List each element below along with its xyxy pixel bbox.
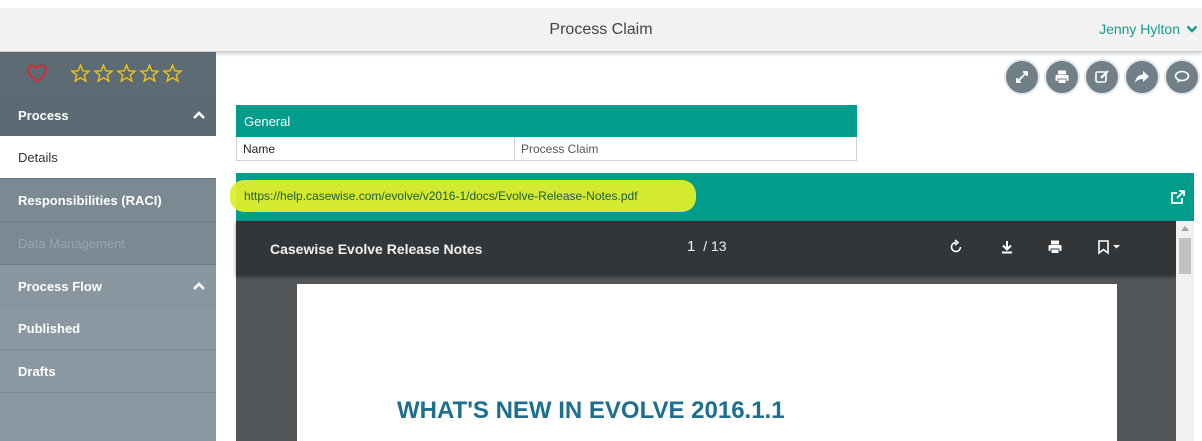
- print-icon: [1055, 70, 1069, 84]
- sidebar-item-label: Responsibilities (RACI): [18, 192, 162, 208]
- edit-icon: [1095, 70, 1109, 83]
- section-label: Process Flow: [18, 278, 102, 294]
- page-title: Process Claim: [549, 21, 653, 38]
- sidebar-item-data-management: Data Management: [0, 222, 216, 265]
- bookmark-menu-icon[interactable]: [1097, 239, 1123, 255]
- top-header: Process Claim Jenny Hylton: [0, 0, 1202, 52]
- comment-button[interactable]: [1164, 59, 1200, 95]
- share-button[interactable]: [1124, 59, 1160, 95]
- sidebar-filler: [0, 393, 216, 441]
- action-toolbar: [1004, 59, 1200, 95]
- print-icon[interactable]: [1047, 239, 1063, 255]
- chevron-up-icon: [193, 282, 205, 290]
- table-row: Name Process Claim: [236, 137, 857, 161]
- rating-bar: [0, 52, 216, 94]
- sidebar-item-details[interactable]: Details: [0, 136, 216, 179]
- sidebar-item-label: Drafts: [18, 363, 56, 379]
- sidebar-item-label: Details: [18, 149, 58, 165]
- pdf-page: WHAT'S NEW IN EVOLVE 2016.1.1: [297, 284, 1117, 441]
- row-value: Process Claim: [521, 142, 599, 156]
- pdf-heading: WHAT'S NEW IN EVOLVE 2016.1.1: [397, 397, 785, 424]
- edit-button[interactable]: [1084, 59, 1120, 95]
- sidebar-item-published[interactable]: Published: [0, 307, 216, 350]
- sidebar: Process Details Responsibilities (RACI) …: [0, 52, 216, 441]
- general-panel: General Name Process Claim: [236, 105, 857, 161]
- pdf-toolbar: Casewise Evolve Release Notes 1 / 13: [236, 221, 1176, 275]
- star-icon[interactable]: [70, 62, 91, 84]
- scrollbar-thumb[interactable]: [1179, 238, 1191, 274]
- sidebar-section-process[interactable]: Process: [0, 94, 216, 136]
- star-icon[interactable]: [93, 62, 114, 84]
- current-page[interactable]: 1: [687, 238, 695, 255]
- sidebar-section-process-flow[interactable]: Process Flow: [0, 265, 216, 307]
- document-url-bar: https://help.casewise.com/evolve/v2016-1…: [230, 173, 1194, 221]
- section-label: Process: [18, 107, 69, 123]
- heart-icon[interactable]: [26, 63, 48, 83]
- expand-button[interactable]: [1004, 59, 1040, 95]
- pdf-page-indicator: 1 / 13: [687, 238, 727, 255]
- scroll-up-icon[interactable]: [1181, 225, 1189, 231]
- user-menu[interactable]: Jenny Hylton: [1099, 21, 1198, 37]
- star-icon[interactable]: [139, 62, 160, 84]
- chevron-up-icon: [193, 111, 205, 119]
- pdf-scrollbar[interactable]: [1176, 221, 1194, 441]
- document-url-link[interactable]: https://help.casewise.com/evolve/v2016-1…: [244, 189, 638, 203]
- star-icon[interactable]: [116, 62, 137, 84]
- expand-icon: [1016, 71, 1028, 83]
- total-pages: / 13: [703, 238, 727, 254]
- sidebar-item-label: Published: [18, 320, 81, 336]
- user-name: Jenny Hylton: [1099, 21, 1180, 37]
- share-icon: [1135, 71, 1149, 83]
- pdf-viewer: Casewise Evolve Release Notes 1 / 13 WHA…: [236, 221, 1194, 441]
- star-rating: [70, 62, 183, 84]
- print-button[interactable]: [1044, 59, 1080, 95]
- comment-icon: [1174, 70, 1190, 83]
- rotate-icon[interactable]: [948, 239, 964, 255]
- sidebar-item-responsibilities[interactable]: Responsibilities (RACI): [0, 179, 216, 222]
- sidebar-item-drafts[interactable]: Drafts: [0, 350, 216, 393]
- row-key: Name: [237, 137, 515, 160]
- star-icon[interactable]: [162, 62, 183, 84]
- sidebar-item-label: Data Management: [18, 235, 125, 251]
- general-header: General: [236, 105, 857, 137]
- external-link-icon[interactable]: [1170, 189, 1186, 205]
- chevron-down-icon: [1186, 25, 1198, 33]
- pdf-document-title: Casewise Evolve Release Notes: [270, 241, 483, 257]
- download-icon[interactable]: [999, 239, 1015, 255]
